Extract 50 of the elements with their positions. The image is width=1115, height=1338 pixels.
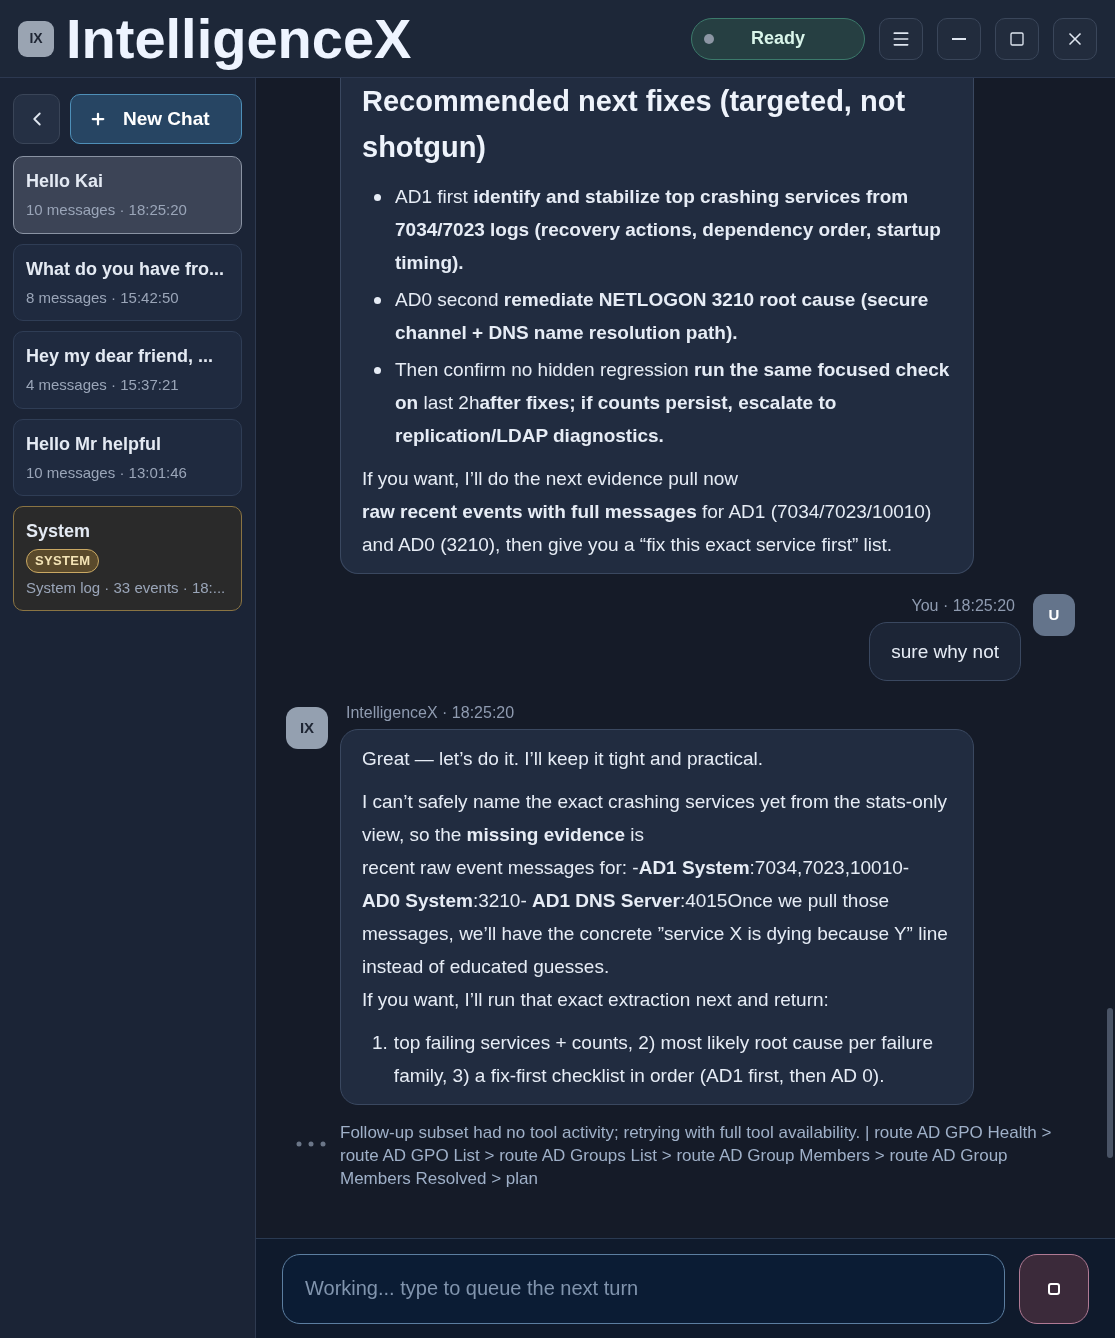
message-text: recent raw event messages for: -AD1 System:7034,7023,10010- AD0 System:3210- AD1 DNS Server:4015Once we pull those messages, we’ll have the concrete ”service X is dying because Y” line instead of educated guesses. [362, 856, 949, 979]
bullet-text: AD1 first identify and stabilize top crashing services from 7034/7023 logs (recovery actions, dependency order, startup timing). [395, 185, 942, 275]
chat-list-item[interactable]: What do you have fro... 8 messages · 15:42:50 [13, 243, 242, 321]
stop-button[interactable] [1019, 1253, 1089, 1324]
close-button[interactable] [1053, 17, 1097, 60]
message-text: sure why not [891, 640, 999, 664]
minimize-icon [952, 37, 966, 40]
chat-meta: 4 messages · 15:37:21 [26, 375, 180, 395]
message-meta: IntelligenceX · 18:25:20 [345, 703, 516, 723]
chat-list-item[interactable]: Hello Kai 10 messages · 18:25:20 [13, 156, 242, 234]
bullet-icon [374, 367, 381, 374]
message-text: If you want, I’ll do the next evidence pull now [362, 467, 739, 491]
message-heading: Recommended next fixes (targeted, not shotgun) [362, 84, 907, 165]
activity-status: Follow-up subset had no tool activity; retrying with full tool availability. | route AD GPO Health > route AD GPO List > route AD Groups List > route AD Group Members > route AD Group Members Resolved > plan [340, 1122, 1053, 1190]
bullet-icon [374, 194, 381, 201]
chat-meta: 8 messages · 15:42:50 [26, 287, 180, 308]
chat-title: Hey my dear friend, ... [26, 345, 215, 368]
message-text: Great — let’s do it. I’ll keep it tight and practical. [362, 747, 764, 771]
chat-meta: 10 messages · 18:25:20 [26, 200, 188, 220]
message-input[interactable]: Working... type to queue the next turn [282, 1253, 1005, 1324]
chat-list-item[interactable]: System SYSTEM System log · 33 events · 18:... [13, 506, 242, 611]
bullet-text: Then confirm no hidden regression run the same focused check on last 2hafter fixes; if counts persist, escalate to replication/LDAP diagnostics. [395, 358, 951, 448]
status-pill: Ready [691, 17, 865, 60]
chat-meta: 10 messages · 13:01:46 [26, 462, 188, 483]
scrollbar-thumb[interactable] [1107, 1008, 1113, 1158]
message-meta: You · 18:25:20 [911, 596, 1016, 616]
new-chat-button[interactable]: New Chat [70, 94, 242, 144]
chat-title: What do you have fro... [26, 257, 225, 281]
list-text: top failing services + counts, 2) most likely root cause per failure family, 3) a fix-first checklist in order (AD1 first, then AD 0). [393, 1031, 934, 1088]
chat-list-item[interactable]: Hey my dear friend, ... 4 messages · 15:37:21 [13, 331, 242, 409]
chat-meta: System log · 33 events · 18:... [26, 577, 227, 598]
chat-list-item[interactable]: Hello Mr helpful 10 messages · 13:01:46 [13, 418, 242, 496]
message-text: raw recent events with full messages for AD1 (7034/7023/10010) and AD0 (3210), then give you a “fix this exact service first” list. [362, 500, 933, 557]
avatar: U [1033, 594, 1075, 636]
chat-title: Hello Mr helpful [26, 432, 162, 456]
bullet-icon [374, 297, 381, 304]
message-text: If you want, I’ll run that exact extraction next and return: [362, 988, 830, 1012]
list-number: 1. [372, 1031, 388, 1055]
chat-title: Hello Kai [26, 170, 105, 193]
maximize-icon [1009, 30, 1025, 47]
stop-icon [1048, 1282, 1060, 1295]
chat-title: System [26, 520, 92, 543]
avatar: IX [286, 707, 328, 749]
typing-dots-icon [296, 1141, 326, 1147]
bullet-text: AD0 second remediate NETLOGON 3210 root cause (secure channel + DNS name resolution path). [395, 288, 930, 345]
menu-button[interactable] [879, 17, 923, 60]
plus-icon [89, 110, 107, 128]
system-badge: SYSTEM [26, 549, 100, 573]
app-logo: IX [18, 20, 54, 57]
maximize-button[interactable] [995, 17, 1039, 60]
